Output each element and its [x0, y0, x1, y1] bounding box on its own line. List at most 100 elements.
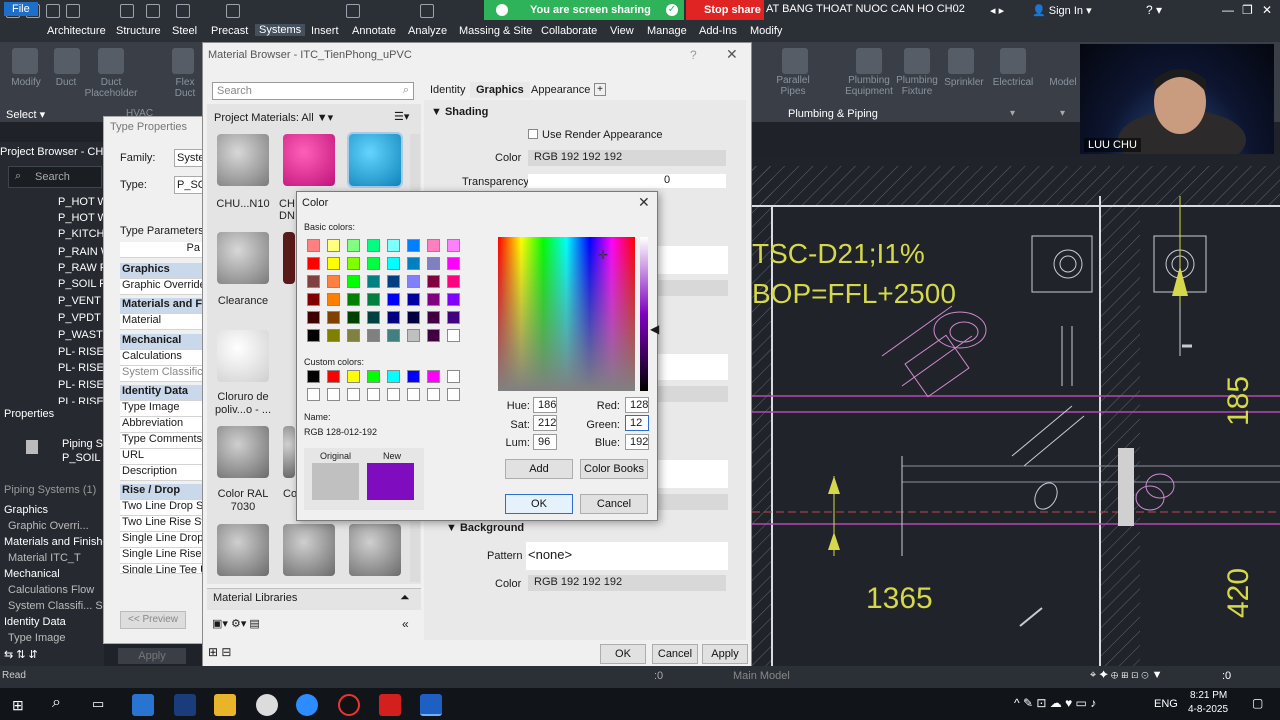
tp-row[interactable]: System Classificat — [120, 366, 202, 382]
plumbing-equipment-icon[interactable] — [856, 48, 882, 74]
clock-date[interactable]: 4-8-2025 — [1188, 704, 1228, 715]
parallel-pipes-icon[interactable] — [782, 48, 808, 74]
bg-color-swatch[interactable]: RGB 192 192 192 — [528, 575, 726, 591]
basic-color-cell[interactable] — [367, 311, 380, 324]
basic-color-cell[interactable] — [307, 239, 320, 252]
color-books-button[interactable]: Color Books — [580, 459, 648, 479]
taskbar-search-icon[interactable]: ⌕ — [52, 694, 61, 712]
basic-color-cell[interactable] — [347, 257, 360, 270]
spectrum-crosshair-icon[interactable]: ✛ — [598, 248, 608, 262]
cut-bg-color-swatch[interactable] — [656, 494, 728, 510]
menu-modify[interactable]: Modify — [750, 25, 782, 37]
undo-icon[interactable] — [120, 4, 134, 18]
add-color-button[interactable]: Add — [505, 459, 573, 479]
material-swatch[interactable] — [283, 426, 295, 478]
basic-color-cell[interactable] — [407, 275, 420, 288]
properties-filter[interactable]: Piping Systems (1) — [4, 484, 96, 496]
properties-apply-button[interactable]: Apply — [118, 648, 186, 664]
chrome-icon[interactable] — [256, 694, 278, 716]
material-swatch[interactable] — [349, 524, 401, 576]
measure-icon[interactable] — [226, 4, 240, 18]
basic-color-cell[interactable] — [307, 275, 320, 288]
material-swatch[interactable] — [283, 232, 295, 284]
material-swatch-selected[interactable] — [347, 132, 403, 188]
props-toolbar-icons[interactable]: ⇆ ⇅ ⇵ — [4, 648, 38, 661]
lum-input[interactable]: 96 — [533, 434, 557, 450]
custom-color-cell[interactable] — [327, 370, 340, 383]
basic-color-cell[interactable] — [367, 257, 380, 270]
luminance-slider[interactable] — [640, 237, 648, 391]
tp-row[interactable]: Single Line Drop S — [120, 532, 202, 548]
basic-color-cell[interactable] — [447, 293, 460, 306]
properties-type-name[interactable]: Piping Sy — [62, 438, 108, 450]
add-asset-icon[interactable]: + — [594, 83, 606, 96]
status-tools-icons[interactable]: ⌖ ✦ ⊕ ⊞ ⊡ ⊙ ▼ — [1090, 669, 1162, 682]
custom-color-cell[interactable] — [447, 388, 460, 401]
pb-item[interactable]: P_VPDT — [58, 312, 101, 324]
basic-color-cell[interactable] — [347, 311, 360, 324]
custom-color-cell[interactable] — [307, 370, 320, 383]
family-dropdown[interactable]: System — [174, 149, 204, 167]
basic-color-cell[interactable] — [327, 257, 340, 270]
color-ok-button[interactable]: OK — [505, 494, 573, 514]
pattern-field[interactable]: <none> — [526, 542, 728, 570]
modify-icon[interactable] — [12, 48, 38, 74]
text-icon[interactable] — [346, 4, 360, 18]
minimize-icon[interactable]: — — [1222, 3, 1234, 17]
basic-color-cell[interactable] — [427, 293, 440, 306]
menu-steel[interactable]: Steel — [172, 25, 197, 37]
basic-color-cell[interactable] — [447, 275, 460, 288]
drawing-canvas[interactable]: TSC-D21;I1% BOP=FFL+2500 1365 185 420 — [752, 156, 1280, 668]
app-icon[interactable] — [174, 694, 196, 716]
select-dropdown[interactable]: Select ▾ — [6, 108, 45, 121]
collapse-up-icon[interactable]: ⏶ — [400, 590, 410, 605]
redo-icon[interactable] — [146, 4, 160, 18]
menu-massing-site[interactable]: Massing & Site — [459, 25, 532, 37]
basic-color-cell[interactable] — [367, 275, 380, 288]
print-icon[interactable] — [176, 4, 190, 18]
custom-color-cell[interactable] — [367, 388, 380, 401]
menu-structure[interactable]: Structure — [116, 25, 161, 37]
basic-color-cell[interactable] — [407, 239, 420, 252]
menu-add-ins[interactable]: Add-Ins — [699, 25, 737, 37]
custom-color-cell[interactable] — [307, 388, 320, 401]
basic-color-cell[interactable] — [307, 311, 320, 324]
active-model-label[interactable]: Main Model — [733, 670, 790, 682]
sprinkler-icon[interactable] — [948, 48, 974, 74]
material-swatch[interactable] — [217, 524, 269, 576]
basic-color-cell[interactable] — [367, 239, 380, 252]
basic-color-cell[interactable] — [307, 329, 320, 342]
tp-row[interactable]: Type Image — [120, 401, 202, 417]
preview-button[interactable]: << Preview — [120, 611, 186, 629]
tp-row[interactable]: Calculations — [120, 350, 202, 366]
basic-color-cell[interactable] — [427, 329, 440, 342]
electrical-icon[interactable] — [1000, 48, 1026, 74]
basic-color-cell[interactable] — [427, 257, 440, 270]
basic-color-cell[interactable] — [327, 311, 340, 324]
flex-duct-icon[interactable] — [172, 48, 194, 74]
basic-color-cell[interactable] — [387, 311, 400, 324]
tp-row[interactable]: Two Line Rise Sym — [120, 516, 202, 532]
basic-color-cell[interactable] — [307, 293, 320, 306]
surface-color-swatch[interactable] — [656, 280, 728, 296]
basic-color-cell[interactable] — [307, 257, 320, 270]
tp-group[interactable]: Mechanical — [120, 334, 202, 350]
material-swatch[interactable] — [217, 232, 269, 284]
basic-color-cell[interactable] — [407, 329, 420, 342]
custom-color-cell[interactable] — [387, 370, 400, 383]
custom-color-cell[interactable] — [347, 370, 360, 383]
sat-input[interactable]: 212 — [533, 415, 557, 431]
library-toolbar-icons[interactable]: ▣▾ ⚙▾ ▤ — [212, 617, 260, 630]
green-input[interactable]: 12 — [625, 415, 649, 431]
tp-group[interactable]: Materials and Fin — [120, 298, 202, 314]
duct-icon[interactable] — [54, 48, 80, 74]
file-explorer-icon[interactable] — [214, 694, 236, 716]
custom-color-cell[interactable] — [387, 388, 400, 401]
custom-color-cell[interactable] — [407, 388, 420, 401]
custom-color-cell[interactable] — [347, 388, 360, 401]
help-icon[interactable]: ? ▾ — [1146, 3, 1162, 17]
color-spectrum[interactable] — [498, 237, 635, 391]
custom-color-cell[interactable] — [367, 370, 380, 383]
basic-color-cell[interactable] — [447, 257, 460, 270]
basic-color-cell[interactable] — [427, 239, 440, 252]
